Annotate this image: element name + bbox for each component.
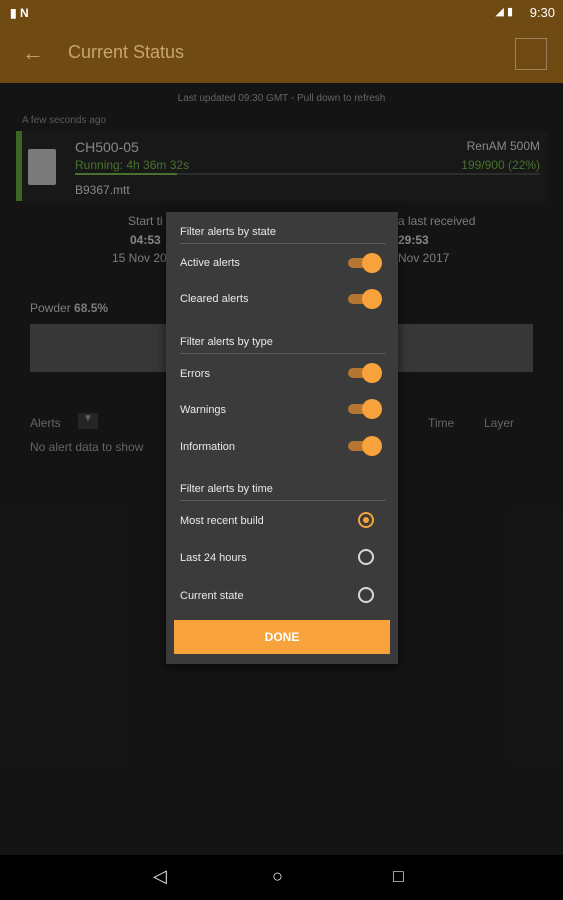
toggle-warnings[interactable] [348, 399, 382, 419]
section-state-title: Filter alerts by state [180, 226, 276, 238]
filter-alerts-dialog: Filter alerts by state Active alerts Cle… [166, 212, 398, 664]
radio-most-recent-build[interactable] [358, 512, 374, 528]
renishaw-logo-icon [515, 38, 547, 70]
divider [180, 353, 386, 354]
arrow-left-icon[interactable]: ← [22, 40, 44, 66]
toggle-cleared-alerts[interactable] [348, 289, 382, 309]
radio-current-state-label: Current state [180, 590, 244, 602]
toggle-thumb [362, 363, 382, 383]
app-bar: ← Current Status [0, 26, 563, 83]
toggle-information[interactable] [348, 436, 382, 456]
status-left-icons: ▮ N [10, 6, 29, 20]
radio-last-24-hours[interactable] [358, 549, 374, 565]
nav-back-icon[interactable]: ◁ [153, 866, 167, 887]
toggle-warnings-label: Warnings [180, 404, 227, 416]
toggle-errors[interactable] [348, 363, 382, 383]
toggle-active-alerts[interactable] [348, 253, 382, 273]
radio-current-state[interactable] [358, 587, 374, 603]
toggle-thumb [362, 253, 382, 273]
divider [180, 243, 386, 244]
toggle-active-alerts-label: Active alerts [180, 257, 240, 269]
signal-battery-icons: ◢ ▮ [495, 6, 513, 18]
navigation-bar: ◁ ○ □ [0, 855, 563, 900]
status-bar: ▮ N ◢ ▮ 9:30 [0, 0, 563, 26]
toggle-thumb [362, 436, 382, 456]
status-time: 9:30 [529, 5, 555, 20]
nav-home-icon[interactable]: ○ [272, 866, 283, 887]
radio-most-recent-build-label: Most recent build [180, 515, 264, 527]
toggle-errors-label: Errors [180, 368, 210, 380]
toggle-thumb [362, 289, 382, 309]
divider [180, 500, 386, 501]
section-time-title: Filter alerts by time [180, 483, 273, 495]
nav-recents-icon[interactable]: □ [393, 866, 404, 887]
toggle-information-label: Information [180, 441, 236, 453]
radio-last-24-hours-label: Last 24 hours [180, 552, 247, 564]
done-button[interactable]: DONE [174, 620, 390, 654]
section-type-title: Filter alerts by type [180, 336, 273, 348]
toggle-thumb [362, 399, 382, 419]
page-title: Current Status [68, 42, 185, 62]
toggle-cleared-alerts-label: Cleared alerts [180, 293, 249, 305]
